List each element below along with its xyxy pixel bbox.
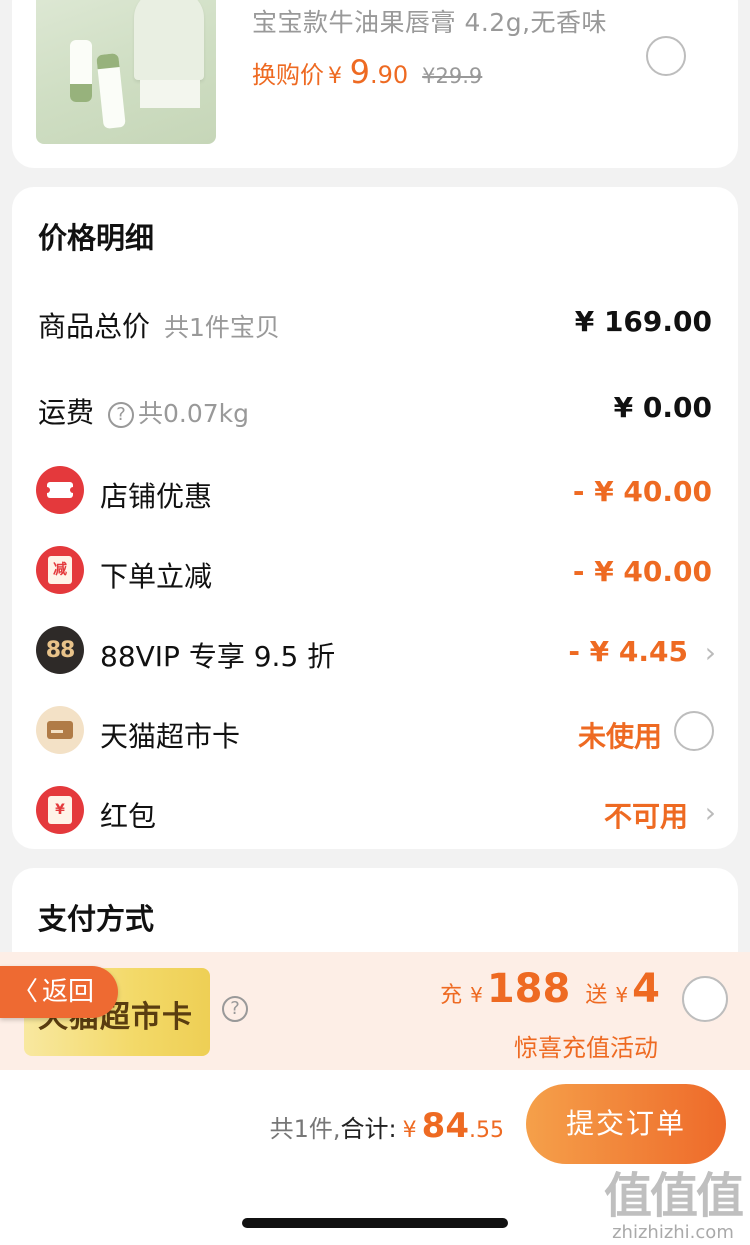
payment-select-radio[interactable]	[682, 976, 728, 1022]
shop-discount-value: - ¥ 40.00	[572, 475, 712, 508]
row-88vip[interactable]: 88 88VIP 专享 9.5 折 - ¥ 4.45 ›	[12, 623, 738, 679]
row-shipping: 运费? 共0.07kg ¥ 0.00	[12, 379, 738, 435]
shipping-weight: 共0.07kg	[138, 399, 250, 428]
shipping-label: 运费	[38, 396, 95, 429]
shipping-value: ¥ 0.00	[613, 391, 712, 424]
price-currency: ¥	[328, 64, 342, 89]
product-price: 换购价 ¥ 9.90 ¥29.9	[252, 53, 482, 91]
order-discount-value: - ¥ 40.00	[572, 555, 712, 588]
row-red-packet[interactable]: ¥ 红包 不可用 ›	[12, 783, 738, 839]
charge-currency: ¥	[470, 983, 483, 1007]
item-total-value: ¥ 169.00	[574, 305, 712, 338]
original-price: ¥29.9	[422, 64, 483, 88]
order-discount-label: 下单立减	[100, 560, 213, 593]
total-currency: ¥	[402, 1118, 417, 1143]
back-label: 返回	[42, 977, 95, 1007]
chevron-right-icon: ›	[704, 636, 716, 669]
item-count: 共1件,	[269, 1115, 341, 1143]
price-detail-card: 价格明细 商品总价 共1件宝贝 ¥ 169.00 运费? 共0.07kg ¥ 0.0…	[12, 187, 738, 849]
charge-label: 充	[440, 983, 463, 1008]
watermark-logo: 值值值 zhizhizhi.com	[603, 1168, 744, 1243]
payment-heading: 支付方式	[38, 902, 155, 936]
product-box-graphic	[134, 0, 204, 80]
help-icon[interactable]: ?	[222, 996, 248, 1022]
price-label: 换购价	[252, 61, 324, 89]
shop-discount-label: 店铺优惠	[100, 480, 213, 513]
home-indicator	[242, 1218, 508, 1228]
back-button[interactable]: 〈 返回	[0, 966, 118, 1018]
help-icon[interactable]: ?	[108, 402, 135, 428]
red-packet-status: 不可用	[603, 800, 688, 833]
order-total: 共1件,合计: ¥ 84.55	[270, 1106, 504, 1146]
lip-balm-graphic	[96, 53, 126, 129]
gift-label: 送	[585, 983, 608, 1008]
market-card-status: 未使用	[577, 720, 662, 753]
row-shop-discount: 店铺优惠 - ¥ 40.00	[12, 463, 738, 519]
promo-subtitle: 惊喜充值活动	[514, 1034, 658, 1062]
red-packet-label: 红包	[100, 800, 157, 833]
total-label: 合计:	[340, 1115, 397, 1143]
submit-order-button[interactable]: 提交订单	[526, 1084, 726, 1164]
gift-currency: ¥	[615, 983, 629, 1007]
market-card-label: 天猫超市卡	[100, 720, 241, 753]
88vip-icon: 88	[36, 626, 84, 674]
vip-discount-label: 88VIP 专享 9.5 折	[100, 640, 336, 673]
item-count-text: 共1件宝贝	[164, 313, 280, 342]
gift-amount: 4	[632, 966, 660, 1012]
row-market-card: 天猫超市卡 未使用	[12, 703, 738, 759]
row-order-discount: 减 下单立减 - ¥ 40.00	[12, 543, 738, 599]
chevron-left-icon: 〈	[12, 977, 39, 1007]
row-item-total: 商品总价 共1件宝贝 ¥ 169.00	[12, 293, 738, 349]
market-card-radio[interactable]	[674, 711, 714, 751]
red-packet-icon: ¥	[36, 786, 84, 834]
total-decimal: .55	[469, 1118, 504, 1143]
vip-discount-value: - ¥ 4.45	[568, 635, 688, 668]
ticket-icon	[36, 466, 84, 514]
product-select-radio[interactable]	[646, 36, 686, 76]
recharge-promo: 充 ¥188 送 ¥4	[440, 966, 660, 1012]
product-title[interactable]: 宝宝款牛油果唇膏 4.2g,无香味	[252, 3, 607, 39]
lip-balm-graphic	[70, 40, 92, 102]
product-card: 宝宝款牛油果唇膏 4.2g,无香味 换购价 ¥ 9.90 ¥29.9	[12, 0, 738, 168]
product-base-graphic	[140, 80, 200, 108]
chevron-right-icon: ›	[704, 796, 716, 829]
charge-amount: 188	[486, 966, 571, 1012]
total-integer: 84	[421, 1106, 469, 1146]
price-decimal: .90	[370, 61, 409, 89]
price-integer: 9	[349, 53, 370, 91]
card-icon	[36, 706, 84, 754]
product-image[interactable]	[36, 0, 216, 144]
item-total-label: 商品总价	[38, 310, 151, 343]
price-detail-heading: 价格明细	[38, 221, 155, 255]
envelope-icon: 减	[36, 546, 84, 594]
